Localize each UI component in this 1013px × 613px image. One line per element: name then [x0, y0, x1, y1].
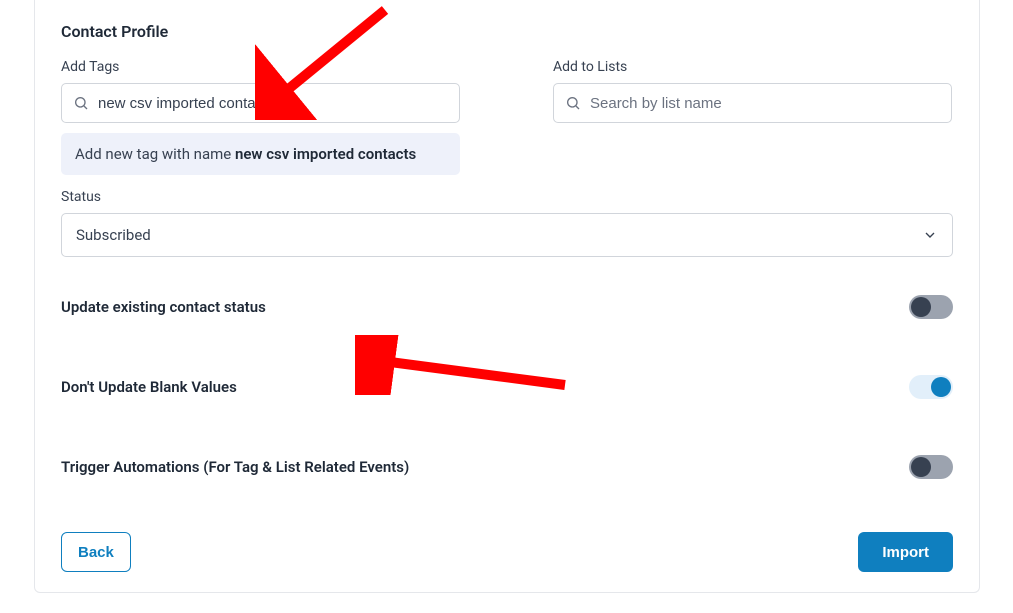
- add-tags-input-wrap: [61, 83, 460, 123]
- toggle-blank-values-row: Don't Update Blank Values: [61, 375, 953, 399]
- tag-suggestion-prefix: Add new tag with name: [75, 145, 235, 163]
- toggle-update-status[interactable]: [909, 295, 953, 319]
- toggle-trigger-auto-label: Trigger Automations (For Tag & List Rela…: [61, 458, 409, 476]
- toggle-blank-values[interactable]: [909, 375, 953, 399]
- chevron-down-icon: [922, 227, 938, 243]
- add-lists-label: Add to Lists: [553, 59, 953, 75]
- tag-suggestion[interactable]: Add new tag with name new csv imported c…: [61, 133, 460, 175]
- add-tags-label: Add Tags: [61, 59, 461, 75]
- toggle-trigger-auto[interactable]: [909, 455, 953, 479]
- status-label: Status: [61, 189, 953, 205]
- add-lists-input[interactable]: [553, 83, 952, 123]
- toggle-update-status-label: Update existing contact status: [61, 298, 266, 316]
- status-select[interactable]: Subscribed: [61, 213, 953, 257]
- footer: Back Import: [61, 532, 953, 572]
- search-icon: [73, 95, 89, 111]
- status-block: Status Subscribed: [61, 189, 953, 257]
- add-tags-col: Add Tags Add new tag with name new csv i…: [61, 59, 461, 175]
- toggle-trigger-auto-row: Trigger Automations (For Tag & List Rela…: [61, 455, 953, 479]
- status-selected: Subscribed: [76, 226, 151, 244]
- toggle-update-status-row: Update existing contact status: [61, 295, 953, 319]
- add-tags-input[interactable]: [61, 83, 460, 123]
- import-button[interactable]: Import: [858, 532, 953, 572]
- tag-suggestion-value: new csv imported contacts: [235, 145, 416, 163]
- search-icon: [565, 95, 581, 111]
- contact-profile-card: Contact Profile Add Tags Add new tag wit…: [34, 0, 980, 593]
- toggle-blank-values-label: Don't Update Blank Values: [61, 378, 237, 396]
- add-lists-col: Add to Lists: [553, 59, 953, 175]
- back-button[interactable]: Back: [61, 532, 131, 572]
- section-title: Contact Profile: [61, 22, 953, 41]
- tags-lists-row: Add Tags Add new tag with name new csv i…: [61, 59, 953, 175]
- add-lists-input-wrap: [553, 83, 952, 123]
